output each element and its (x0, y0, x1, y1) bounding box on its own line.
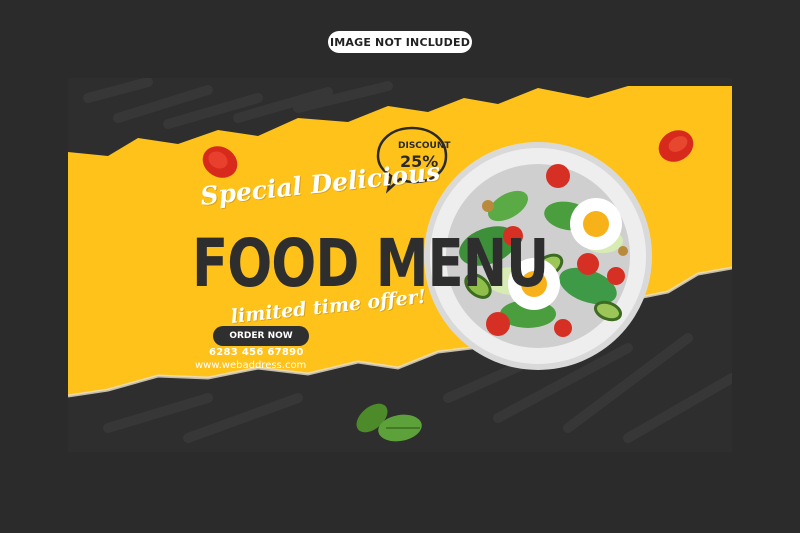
food-menu-banner: DISCOUNT 25% Special Delicious FOOD MENU… (68, 78, 732, 452)
basil-leaf-icon (356, 403, 422, 442)
tomato-slice-icon (658, 130, 694, 162)
website-url[interactable]: www.webaddress.com (195, 360, 306, 371)
phone-number: 6283 456 67890 (209, 347, 304, 358)
order-now-button[interactable]: ORDER NOW (213, 326, 309, 346)
image-not-included-badge: IMAGE NOT INCLUDED (328, 31, 472, 53)
